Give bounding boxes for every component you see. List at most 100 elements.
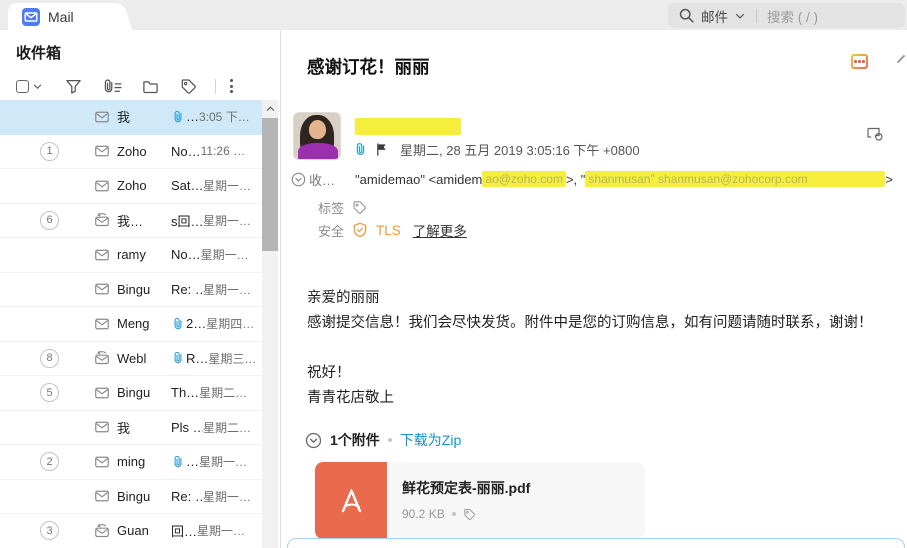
list-item[interactable]: 1 Zoho No… 11:26 … <box>0 135 262 169</box>
mail-status-icon[interactable] <box>866 124 884 142</box>
tag-icon[interactable] <box>463 508 476 521</box>
attachment-card[interactable]: 鲜花预定表-丽丽.pdf 90.2 KB <box>315 462 645 539</box>
received-time: 11:26 … <box>200 144 246 159</box>
subject-preview: Re: … <box>171 281 203 297</box>
redacted-email-2: shanmusan" shanmusan@zohocorp.com <box>585 171 886 187</box>
edit-icon[interactable] <box>896 54 906 64</box>
list-item[interactable]: 5 Bingu Th… 星期二… <box>0 376 262 411</box>
expand-details-icon[interactable] <box>291 172 306 187</box>
chevron-down-icon[interactable] <box>734 10 746 22</box>
received-time: 星期四… <box>206 317 255 332</box>
subject-preview: Th… <box>171 385 200 401</box>
scrollbar-thumb[interactable] <box>262 118 278 251</box>
list-toolbar <box>0 72 262 100</box>
search-bar[interactable]: 邮件 搜索 ( / ) <box>668 3 905 28</box>
list-item[interactable]: Bingu Re: … 星期一… <box>0 273 262 307</box>
sender-name: 我… <box>117 213 144 229</box>
search-input[interactable]: 搜索 ( / ) <box>767 6 818 26</box>
attachment-view-icon[interactable] <box>103 78 122 95</box>
flag-icon[interactable] <box>375 142 389 157</box>
sender-name: 我 <box>117 420 131 436</box>
list-item[interactable]: 我 … 3:05 下… <box>0 100 262 135</box>
reply-box[interactable] <box>287 538 905 548</box>
tag-icon[interactable] <box>352 200 367 215</box>
sender-name: Bingu <box>117 281 151 297</box>
inbox-title: 收件箱 <box>16 45 62 62</box>
learn-more-link[interactable]: 了解更多 <box>413 220 467 240</box>
more-options-icon[interactable] <box>230 79 233 93</box>
unread-badge: 5 <box>40 383 59 403</box>
envelope-icon <box>94 178 110 194</box>
replied-envelope-icon <box>94 523 110 539</box>
list-scrollbar[interactable] <box>262 100 278 548</box>
tag-icon[interactable] <box>180 78 197 95</box>
attachment-icon <box>171 351 185 365</box>
download-zip-link[interactable]: 下载为Zip <box>400 430 461 450</box>
list-item[interactable]: Zoho Sat… 星期一… <box>0 169 262 204</box>
sender-name: Zoho <box>117 178 147 194</box>
unread-badge: 1 <box>40 141 59 161</box>
unread-badge: 6 <box>40 210 59 230</box>
attachment-icon[interactable] <box>353 142 368 157</box>
tab-mail[interactable]: Mail <box>8 3 114 30</box>
body-line: 感谢提交信息！我们会尽快发货。附件中是您的订购信息，如有问题请随时联系，谢谢！ <box>307 315 873 331</box>
received-time: 星期一… <box>203 489 252 504</box>
sender-name: Bingu <box>117 385 151 401</box>
message-body: 亲爱的丽丽 感谢提交信息！我们会尽快发货。附件中是您的订购信息，如有问题请随时联… <box>307 286 897 411</box>
select-all-checkbox[interactable] <box>16 79 29 93</box>
received-time: 星期一… <box>203 179 252 194</box>
list-item[interactable]: Bingu Re: … 星期一… <box>0 480 262 514</box>
list-item[interactable]: 我 Pls … 星期二… <box>0 411 262 445</box>
labels-row: 标签 <box>318 198 367 217</box>
list-item[interactable]: ramy No… 星期一… <box>0 238 262 273</box>
search-icon <box>678 7 695 24</box>
received-time: 星期二… <box>199 386 248 401</box>
collapse-attachments-icon[interactable] <box>305 432 322 449</box>
subject-preview: Sat… <box>171 178 203 194</box>
recipient-text: "amidemao" <amidem <box>355 171 483 187</box>
reading-pane: 感谢订花！丽丽 星期二, 28 五月 2019 3:05:16 下午 +0800… <box>281 30 907 548</box>
body-line: 亲爱的丽丽 <box>307 290 380 306</box>
list-item[interactable]: 8 Webl R… 星期三… <box>0 342 262 376</box>
message-subject: 感谢订花！丽丽 <box>307 57 430 77</box>
tls-badge: TLS <box>376 222 401 238</box>
subject-preview: Pls … <box>171 419 203 435</box>
body-line <box>307 336 897 361</box>
shield-check-icon <box>352 222 368 238</box>
replied-envelope-icon <box>94 212 110 228</box>
mail-app-icon <box>22 7 40 26</box>
sender-avatar[interactable] <box>293 112 341 160</box>
chevron-down-icon[interactable] <box>32 81 43 92</box>
list-item[interactable]: 3 Guan 回… 星期一… <box>0 514 262 548</box>
mail-list: 我 … 3:05 下… 1 Zoho No… 11:26 … Zoho Sat…… <box>0 100 262 548</box>
labels-label: 标签 <box>318 201 345 216</box>
list-item[interactable]: Meng 2… 星期四… <box>0 307 262 342</box>
list-item[interactable]: 2 ming … 星期一… <box>0 445 262 480</box>
envelope-icon <box>94 281 110 297</box>
envelope-icon <box>94 316 110 332</box>
summary-comment-icon[interactable] <box>851 54 868 69</box>
recipients-row: 收… "amidemao" <amidem ao@zoho.com >, " shan… <box>291 170 903 188</box>
toolbar-divider <box>215 78 216 94</box>
body-line: 祝好！ <box>307 365 351 381</box>
subject-preview: R… <box>186 350 209 366</box>
attachment-count: 1个附件 <box>330 432 380 448</box>
search-scope-selector[interactable]: 邮件 <box>701 6 728 26</box>
scroll-up-arrow[interactable] <box>262 100 278 117</box>
filter-icon[interactable] <box>65 78 82 95</box>
security-row: 安全 TLS 了解更多 <box>318 220 467 240</box>
dot-separator <box>387 438 392 442</box>
subject-preview: 2… <box>186 316 207 332</box>
subject-preview: No… <box>171 143 201 159</box>
security-label: 安全 <box>318 223 345 239</box>
dot-separator <box>451 512 456 516</box>
list-item[interactable]: 6 我… s回… 星期一… <box>0 204 262 238</box>
attachment-filename: 鲜花预定表-丽丽.pdf <box>402 480 531 496</box>
search-divider <box>756 8 757 23</box>
envelope-icon <box>94 247 110 263</box>
sender-name-redacted <box>355 118 461 135</box>
sender-name: ramy <box>117 247 146 263</box>
attachments-header: 1个附件 下载为Zip <box>305 430 461 450</box>
tab-label: Mail <box>48 8 74 25</box>
folder-icon[interactable] <box>142 78 159 95</box>
